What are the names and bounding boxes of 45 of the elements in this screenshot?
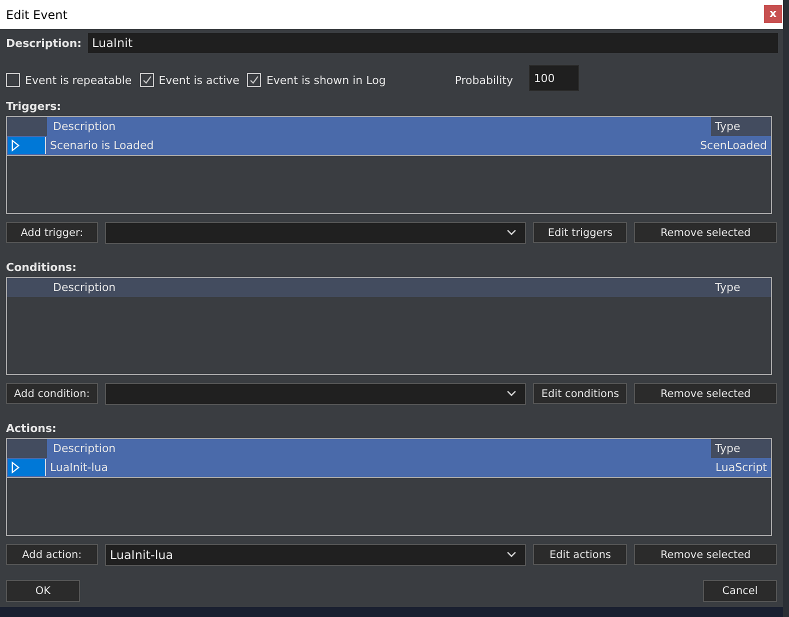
remove-selected-button[interactable]: Remove selected bbox=[634, 383, 777, 404]
ok-button[interactable]: OK bbox=[6, 580, 80, 602]
column-header[interactable]: Description bbox=[47, 278, 711, 297]
section-label: Triggers: bbox=[6, 100, 62, 114]
edit-button[interactable]: Edit triggers bbox=[533, 222, 628, 243]
table-cell-text: LuaScript bbox=[715, 461, 768, 474]
corner-header-cell bbox=[7, 439, 47, 458]
remove-selected-button[interactable]: Remove selected bbox=[634, 544, 777, 565]
corner-header-cell bbox=[7, 117, 47, 136]
current-row-icon bbox=[11, 139, 20, 152]
checkbox[interactable] bbox=[6, 73, 20, 87]
edit-button[interactable]: Edit actions bbox=[533, 544, 628, 565]
table-cell-text: LuaInit-lua bbox=[49, 461, 109, 474]
cancel-button[interactable]: Cancel bbox=[703, 580, 777, 602]
probability-field[interactable]: 100 bbox=[528, 65, 579, 91]
description-label: Description: bbox=[6, 36, 83, 50]
checkbox[interactable] bbox=[140, 73, 154, 87]
section-label: Actions: bbox=[6, 422, 58, 436]
section-label: Conditions: bbox=[6, 261, 78, 275]
checkbox-option[interactable]: Event is active bbox=[140, 73, 240, 87]
current-row-icon bbox=[11, 461, 20, 474]
grid-row[interactable]: Scenario is Loaded ScenLoaded bbox=[7, 136, 771, 156]
table-cell-text: ScenLoaded bbox=[700, 139, 768, 152]
checkbox-option[interactable]: Event is repeatable bbox=[6, 73, 132, 87]
add-button[interactable]: Add condition: bbox=[6, 383, 98, 404]
column-header[interactable]: Type bbox=[711, 439, 771, 458]
column-header[interactable]: Description bbox=[47, 439, 711, 458]
grid-row[interactable]: LuaInit-lua LuaScript bbox=[7, 458, 771, 478]
chevron-down-icon bbox=[506, 390, 518, 397]
chevron-down-icon bbox=[506, 551, 518, 558]
checkbox[interactable] bbox=[247, 73, 262, 87]
column-header[interactable]: Type bbox=[711, 117, 771, 136]
probability-label: Probability bbox=[454, 74, 514, 86]
edit-button[interactable]: Edit conditions bbox=[533, 383, 628, 404]
remove-selected-button[interactable]: Remove selected bbox=[634, 222, 777, 243]
close-button[interactable]: x bbox=[764, 4, 782, 22]
add-button[interactable]: Add action: bbox=[6, 544, 98, 565]
window-title: Edit Event bbox=[6, 8, 68, 22]
description-field[interactable]: LuaInit bbox=[88, 33, 778, 53]
combo-box[interactable]: LuaInit-lua bbox=[104, 544, 526, 566]
add-button[interactable]: Add trigger: bbox=[6, 222, 98, 243]
checkbox-option[interactable]: Event is shown in Log bbox=[247, 73, 386, 87]
chevron-down-icon bbox=[506, 229, 518, 236]
table-cell-text: Scenario is Loaded bbox=[49, 139, 155, 152]
column-header[interactable]: Description bbox=[47, 117, 711, 136]
